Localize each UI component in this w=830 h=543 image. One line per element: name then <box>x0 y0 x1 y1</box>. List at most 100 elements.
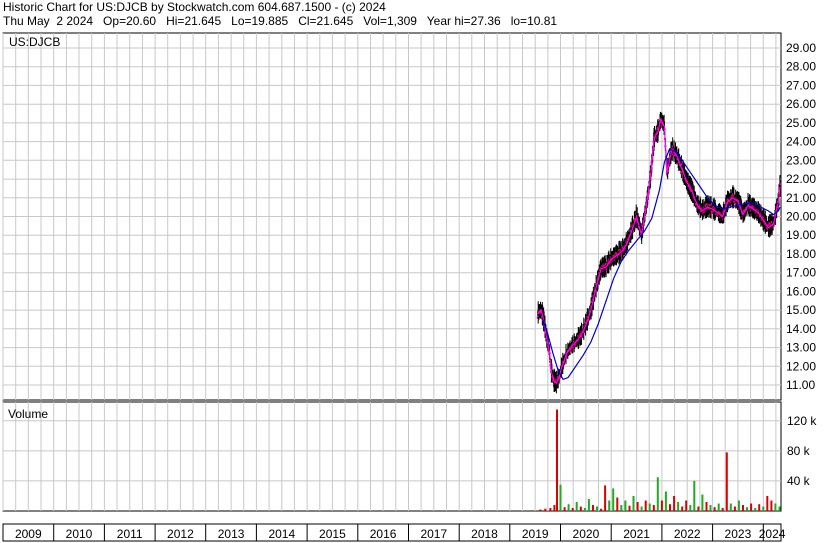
price-tick-label: 13.00 <box>786 341 816 355</box>
volume-bar <box>733 506 736 511</box>
volume-bar <box>559 484 562 511</box>
price-tick-label: 21.00 <box>786 191 816 205</box>
volume-panel-frame <box>2 401 782 512</box>
year-tick-label: 2013 <box>218 527 245 541</box>
volume-bar <box>705 502 708 511</box>
volume-bar <box>624 500 627 511</box>
volume-tick-label: 120 k <box>787 414 817 428</box>
volume-bar <box>571 508 574 511</box>
volume-bar <box>575 502 578 511</box>
volume-bar <box>669 504 671 511</box>
volume-bar <box>685 500 688 511</box>
volume-bar <box>721 508 724 511</box>
volume-bar <box>664 491 667 511</box>
volume-bar <box>737 500 740 511</box>
volume-bar <box>544 508 547 511</box>
price-panel-label: US:DJCB <box>9 35 60 49</box>
volume-bar <box>725 452 728 511</box>
volume-panel-label: Volume <box>8 407 48 421</box>
volume-bar <box>713 507 716 511</box>
price-tick-label: 14.00 <box>786 322 816 336</box>
year-tick-label: 2023 <box>725 527 752 541</box>
volume-bar <box>656 477 659 511</box>
price-tick-label: 17.00 <box>786 266 816 280</box>
volume-bar <box>774 503 777 511</box>
volume-bar <box>652 505 655 511</box>
volume-bar <box>553 505 556 511</box>
price-tick-label: 12.00 <box>786 359 816 373</box>
volume-bar <box>750 503 753 511</box>
chart-frames <box>2 32 782 542</box>
volume-bar <box>717 503 720 511</box>
volume-bar <box>636 502 639 511</box>
price-tick-label: 28.00 <box>786 60 816 74</box>
volume-bar <box>628 505 631 511</box>
volume-bar <box>693 480 696 511</box>
year-tick-label: 2022 <box>674 527 701 541</box>
year-tick-label: 2011 <box>117 527 143 541</box>
price-tick-label: 23.00 <box>786 153 816 167</box>
year-tick-label: 2017 <box>420 527 447 541</box>
volume-bar <box>644 500 647 511</box>
close-dot <box>778 183 781 185</box>
volume-bar <box>608 500 611 511</box>
volume-bar <box>729 503 732 511</box>
price-tick-label: 25.00 <box>786 116 816 130</box>
volume-bar <box>549 508 552 511</box>
volume-bar <box>600 508 603 511</box>
price-tick-label: 11.00 <box>786 378 815 392</box>
volume-bar <box>746 507 748 511</box>
volume-bar <box>539 509 542 511</box>
year-tick-label: 2015 <box>319 527 346 541</box>
volume-bar <box>689 505 692 511</box>
year-tick-label: 2018 <box>471 527 498 541</box>
volume-bar <box>677 502 680 511</box>
price-tick-label: 24.00 <box>786 135 816 149</box>
price-tick-label: 19.00 <box>786 228 816 242</box>
volume-bar <box>612 488 615 511</box>
volume-bar <box>762 506 765 511</box>
year-tick-label: 2019 <box>522 527 549 541</box>
volume-bar <box>758 504 761 511</box>
price-tick-label: 26.00 <box>786 97 816 111</box>
volume-bar <box>587 499 590 511</box>
year-tick-label: 2010 <box>66 527 93 541</box>
stock-chart: 11.00 12.00 13.00 14.00 15.00 16.00 17.00 18.00… <box>2 32 817 542</box>
volume-bar <box>648 503 651 511</box>
volume-bar <box>583 508 586 511</box>
volume-bar <box>604 485 607 511</box>
price-tick-label: 16.00 <box>786 284 816 298</box>
volume-bar <box>579 506 582 511</box>
volume-bar <box>592 505 594 511</box>
year-tick-label: 2024 <box>759 527 786 541</box>
volume-tick-label: 40 k <box>787 474 811 488</box>
year-tick-label: 2012 <box>167 527 194 541</box>
price-tick-label: 18.00 <box>786 247 816 261</box>
volume-bars <box>539 409 781 511</box>
volume-bar <box>778 506 781 511</box>
price-tick-label: 22.00 <box>786 172 816 186</box>
moving-averages <box>537 117 781 385</box>
year-tick-label: 2016 <box>370 527 397 541</box>
price-grid <box>2 33 781 400</box>
volume-bar <box>556 409 558 511</box>
year-tick-label: 2014 <box>268 527 295 541</box>
volume-bar <box>596 506 598 511</box>
volume-bar <box>616 497 619 511</box>
volume-bar <box>766 496 769 511</box>
volume-tick-label: 80 k <box>787 444 811 458</box>
volume-bar <box>620 505 623 511</box>
volume-bar <box>742 505 744 511</box>
volume-bar <box>754 508 757 511</box>
price-tick-label: 20.00 <box>786 210 816 224</box>
price-tick-label: 15.00 <box>786 303 816 317</box>
volume-bar <box>567 504 570 511</box>
short-moving-average-line <box>537 117 781 385</box>
volume-bar <box>770 500 773 511</box>
volume-grid <box>2 402 781 511</box>
volume-bar <box>563 507 566 511</box>
price-tick-label: 27.00 <box>786 78 816 92</box>
volume-bar <box>681 506 684 511</box>
year-tick-label: 2020 <box>573 527 600 541</box>
year-tick-label: 2021 <box>623 527 650 541</box>
